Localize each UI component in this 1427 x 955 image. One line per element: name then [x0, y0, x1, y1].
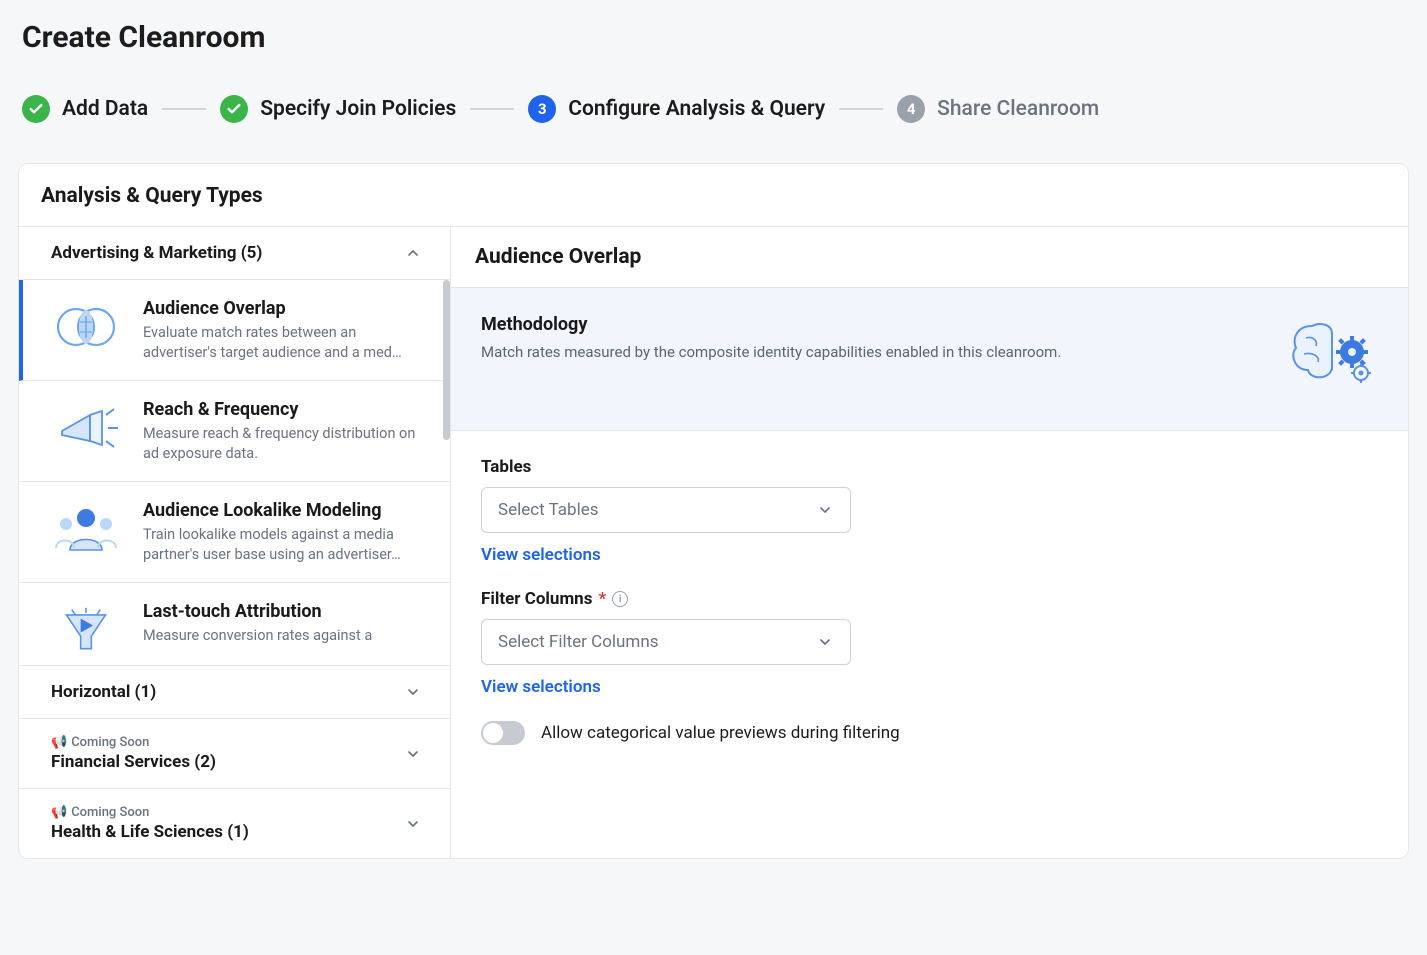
filter-columns-select[interactable]: Select Filter Columns — [481, 619, 851, 665]
category-sidebar: Advertising & Marketing (5) — [19, 227, 451, 858]
brain-gear-icon — [1282, 314, 1378, 396]
chevron-down-icon — [816, 501, 834, 519]
step-number-icon: 3 — [528, 95, 556, 123]
step-connector — [162, 108, 206, 110]
step-label: Add Data — [62, 97, 148, 121]
category-financial-services[interactable]: 📢Coming Soon Financial Services (2) — [19, 719, 450, 789]
category-label: Health & Life Sciences (1) — [51, 822, 249, 842]
analysis-list: Audience Overlap Evaluate match rates be… — [19, 280, 450, 665]
analysis-item-desc: Measure conversion rates against a — [143, 626, 372, 646]
toggle-label: Allow categorical value previews during … — [541, 723, 900, 743]
analysis-item-title: Last-touch Attribution — [143, 601, 372, 622]
chevron-down-icon — [404, 815, 422, 833]
step-connector — [470, 108, 514, 110]
analysis-item-lookalike[interactable]: Audience Lookalike Modeling Train lookal… — [19, 482, 450, 583]
info-icon[interactable]: i — [612, 591, 628, 607]
page-title: Create Cleanroom — [22, 20, 1413, 55]
chevron-down-icon — [404, 683, 422, 701]
tables-label: Tables — [481, 457, 1378, 477]
methodology-box: Methodology Match rates measured by the … — [451, 288, 1408, 431]
analysis-item-title: Reach & Frequency — [143, 399, 428, 420]
scrollbar-thumb[interactable] — [443, 280, 450, 440]
category-label: Horizontal (1) — [51, 682, 156, 702]
analysis-card: Analysis & Query Types Advertising & Mar… — [18, 163, 1409, 859]
methodology-text: Match rates measured by the composite id… — [481, 343, 1061, 361]
filter-columns-label: Filter Columns — [481, 589, 592, 609]
chevron-down-icon — [816, 633, 834, 651]
analysis-item-desc: Train lookalike models against a media p… — [143, 525, 428, 564]
step-label: Share Cleanroom — [937, 97, 1099, 121]
funnel-icon — [47, 601, 125, 659]
analysis-item-title: Audience Overlap — [143, 298, 428, 319]
tables-select[interactable]: Select Tables — [481, 487, 851, 533]
step-connector — [839, 108, 883, 110]
category-horizontal[interactable]: Horizontal (1) — [19, 665, 450, 719]
stepper: Add Data Specify Join Policies 3 Configu… — [22, 95, 1413, 123]
step-number-icon: 4 — [897, 95, 925, 123]
analysis-item-audience-overlap[interactable]: Audience Overlap Evaluate match rates be… — [19, 280, 450, 381]
coming-soon-badge: 📢Coming Soon — [51, 735, 216, 750]
analysis-item-desc: Measure reach & frequency distribution o… — [143, 424, 428, 463]
analysis-item-last-touch[interactable]: Last-touch Attribution Measure conversio… — [19, 583, 450, 665]
select-placeholder: Select Filter Columns — [498, 632, 659, 652]
chevron-up-icon — [404, 244, 422, 262]
section-title: Analysis & Query Types — [41, 184, 1386, 208]
category-health-life[interactable]: 📢Coming Soon Health & Life Sciences (1) — [19, 789, 450, 858]
venn-icon — [47, 298, 125, 356]
analysis-item-title: Audience Lookalike Modeling — [143, 500, 428, 521]
step-label: Specify Join Policies — [260, 97, 456, 121]
step-label: Configure Analysis & Query — [568, 97, 825, 121]
filter-columns-view-selections-link[interactable]: View selections — [481, 677, 601, 697]
check-icon — [22, 95, 50, 123]
megaphone-icon — [47, 399, 125, 457]
coming-soon-badge: 📢Coming Soon — [51, 805, 249, 820]
step-configure-analysis[interactable]: 3 Configure Analysis & Query — [528, 95, 825, 123]
analysis-item-desc: Evaluate match rates between an advertis… — [143, 323, 428, 362]
tables-view-selections-link[interactable]: View selections — [481, 545, 601, 565]
analysis-item-reach-frequency[interactable]: Reach & Frequency Measure reach & freque… — [19, 381, 450, 482]
detail-panel: Audience Overlap Methodology Match rates… — [451, 227, 1408, 858]
check-icon — [220, 95, 248, 123]
toggle-knob — [483, 723, 503, 743]
allow-previews-toggle[interactable] — [481, 721, 525, 745]
category-label: Advertising & Marketing (5) — [51, 243, 262, 263]
category-label: Financial Services (2) — [51, 752, 216, 772]
select-placeholder: Select Tables — [498, 500, 599, 520]
methodology-heading: Methodology — [481, 314, 1061, 335]
required-asterisk: * — [598, 589, 606, 609]
people-icon — [47, 500, 125, 558]
category-advertising-marketing[interactable]: Advertising & Marketing (5) — [19, 227, 450, 280]
step-share-cleanroom[interactable]: 4 Share Cleanroom — [897, 95, 1099, 123]
step-join-policies[interactable]: Specify Join Policies — [220, 95, 456, 123]
step-add-data[interactable]: Add Data — [22, 95, 148, 123]
detail-title: Audience Overlap — [451, 227, 1408, 288]
chevron-down-icon — [404, 745, 422, 763]
